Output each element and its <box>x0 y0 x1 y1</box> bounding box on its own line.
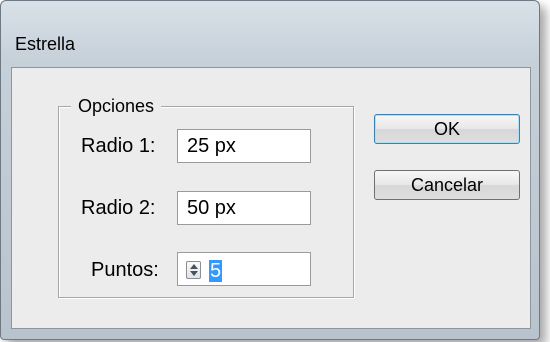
dialog-title: Estrella <box>15 34 76 54</box>
spinner-up-icon[interactable] <box>190 264 198 269</box>
title-bar[interactable] <box>1 1 539 33</box>
up-down-arrows-icon[interactable] <box>186 261 201 279</box>
radius-2-input[interactable]: 50 px <box>177 191 311 225</box>
spinner-down-icon[interactable] <box>190 271 198 276</box>
points-stepper[interactable]: 5 <box>177 252 311 286</box>
estrella-dialog-window: Estrella Opciones Radio 1: 25 px Radio 2… <box>0 0 540 340</box>
screen: Estrella Opciones Radio 1: 25 px Radio 2… <box>0 0 550 342</box>
radius-1-input[interactable]: 25 px <box>177 129 311 163</box>
dialog-content: Opciones Radio 1: 25 px Radio 2: 50 px P… <box>11 67 531 329</box>
ok-button[interactable]: OK <box>374 114 520 144</box>
options-group: Opciones Radio 1: 25 px Radio 2: 50 px P… <box>58 96 354 298</box>
radius-1-label: Radio 1: <box>81 135 156 157</box>
options-legend: Opciones <box>71 96 162 116</box>
points-value: 5 <box>209 260 223 282</box>
cancel-button[interactable]: Cancelar <box>374 170 520 200</box>
radius-2-label: Radio 2: <box>81 197 156 219</box>
points-label: Puntos: <box>91 259 159 281</box>
